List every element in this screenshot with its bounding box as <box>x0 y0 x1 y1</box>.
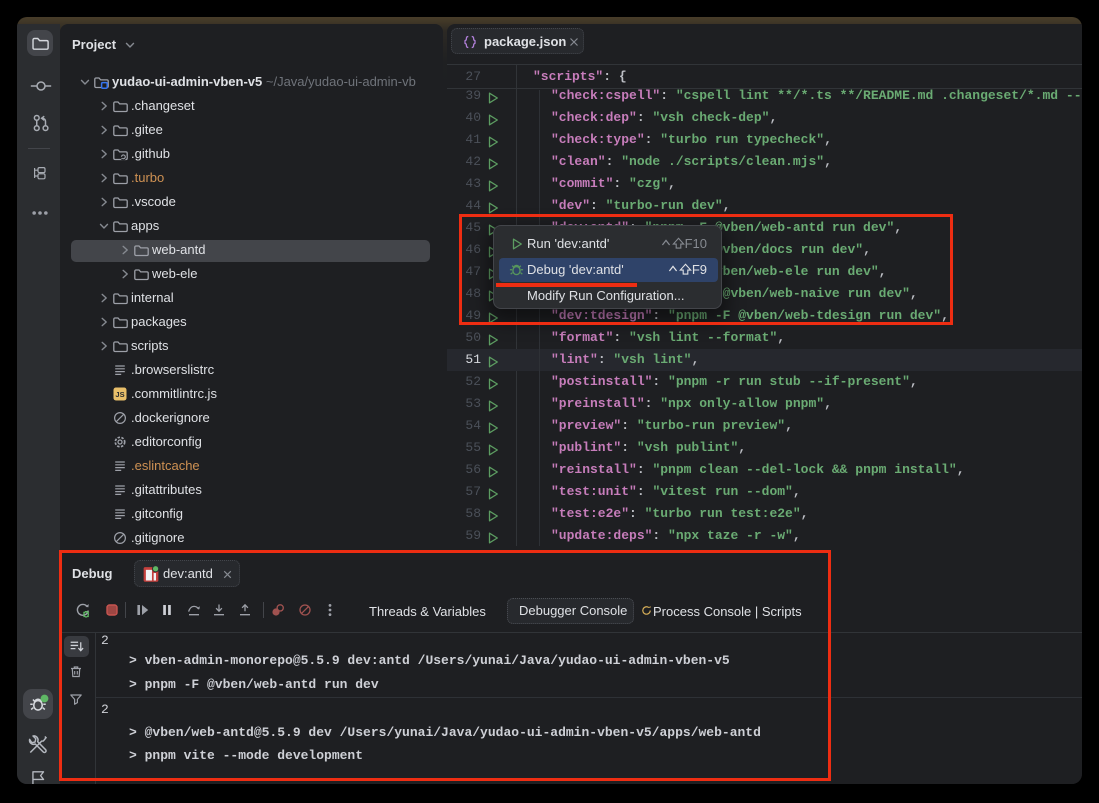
svg-text:JS: JS <box>115 390 124 399</box>
